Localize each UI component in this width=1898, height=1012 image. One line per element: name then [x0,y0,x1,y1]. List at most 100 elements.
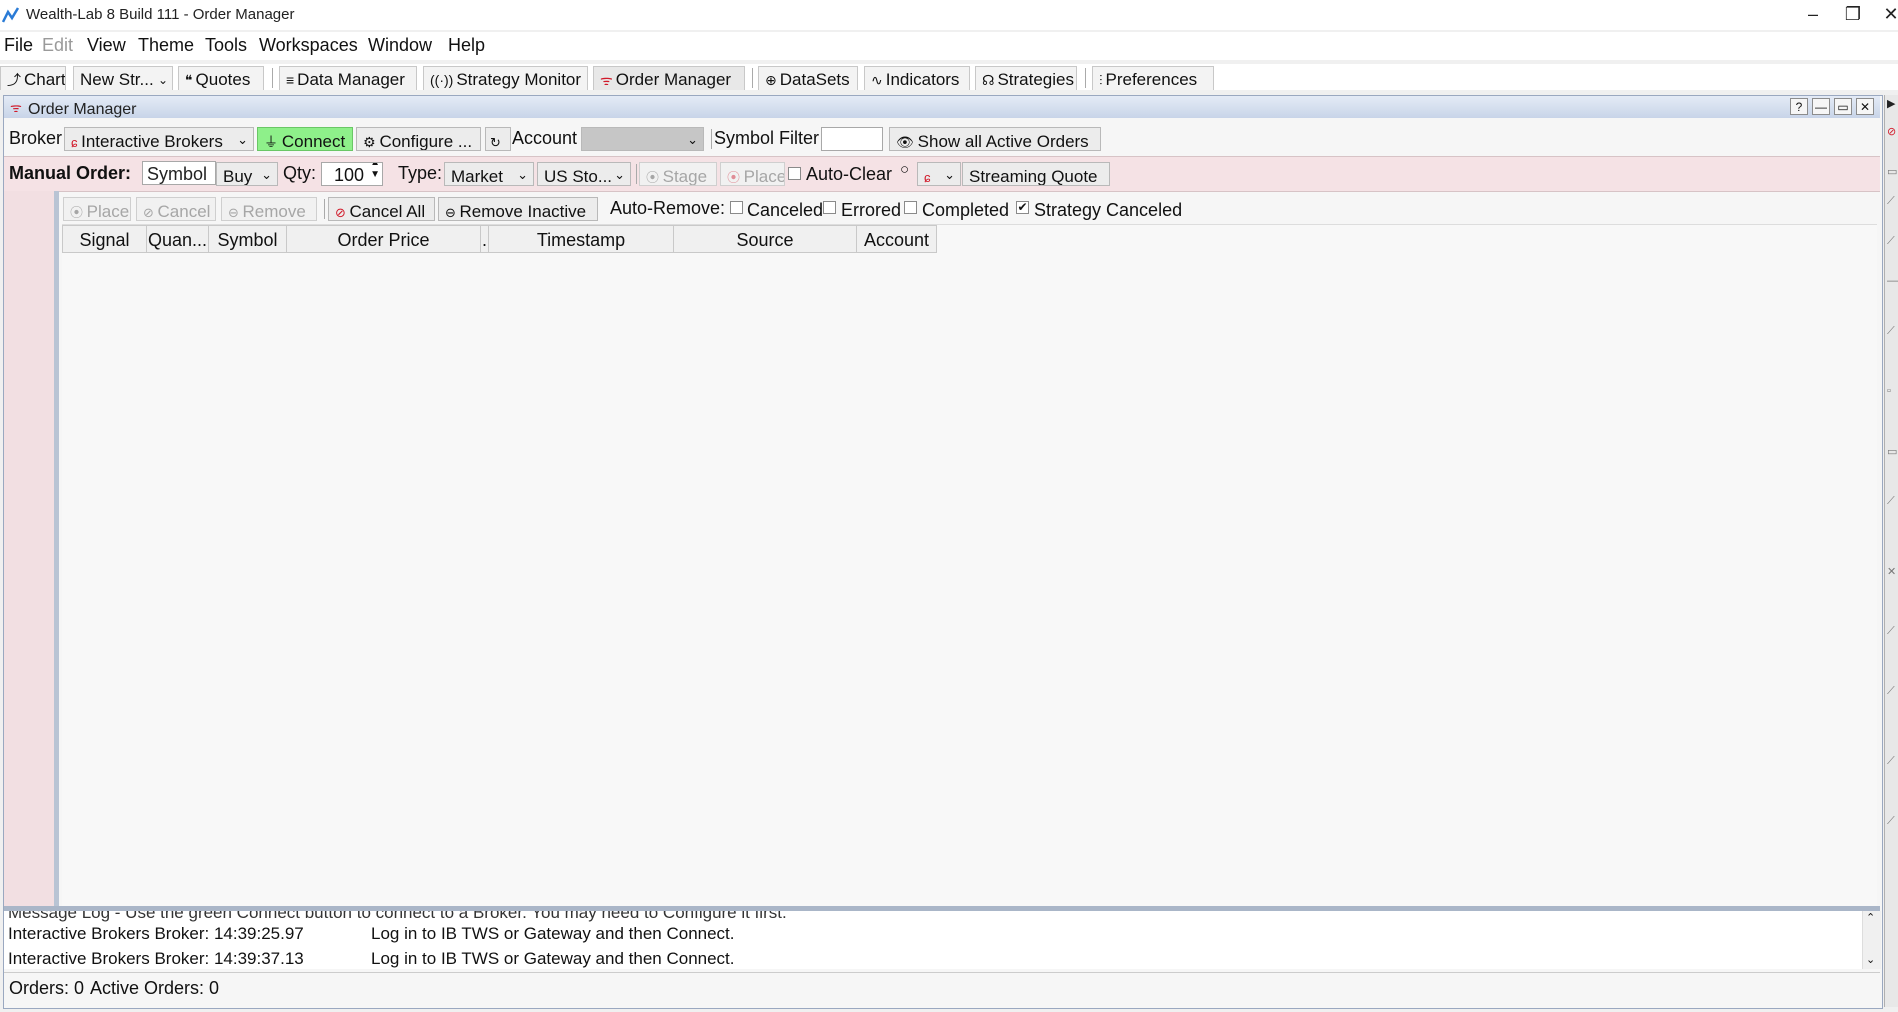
order-type-select[interactable]: Market ⌄ [444,162,534,186]
chevron-down-icon: ⌄ [614,167,625,182]
errored-checkbox[interactable] [823,201,836,214]
account-select[interactable]: ⌄ [581,127,704,151]
wifi-icon: ᯤ [600,72,613,88]
panel-help-button[interactable]: ? [1790,98,1808,115]
log-scrollbar[interactable]: ⌃ ⌄ [1862,911,1881,969]
menu-tools[interactable]: Tools [205,35,247,56]
quotes-button[interactable]: ❝ Quotes [178,66,264,90]
indicators-button[interactable]: ∿ Indicators [864,66,970,90]
sliders-icon: ⫶ [1099,72,1103,88]
window-title: Wealth-Lab 8 Build 111 - Order Manager [26,6,295,23]
minimize-window-button[interactable]: – [1798,4,1828,25]
quote-broker-select[interactable]: ɕ ⌄ [917,162,961,186]
scroll-down-icon[interactable]: ⌄ [1866,953,1875,966]
strategy-monitor-button[interactable]: ((·)) Strategy Monitor [423,66,588,90]
scroll-up-icon[interactable]: ⌃ [1866,911,1875,924]
column-header-quantity[interactable]: Quan... [146,225,209,253]
menu-help[interactable]: Help [448,35,485,56]
dock-pin-icon[interactable]: ▶ [1887,97,1895,110]
broker-label: Broker [9,128,63,148]
spinner-icon[interactable]: ▲ ▼ [370,163,380,181]
streaming-quote-button[interactable]: Streaming Quote [962,162,1110,186]
column-header-symbol[interactable]: Symbol [208,225,287,253]
dock-tool-icon[interactable]: ⟋ [1887,235,1895,248]
panel-maximize-button[interactable]: ▭ [1834,98,1852,115]
dock-tool-icon[interactable]: ⟋ [1887,325,1895,338]
symbol-filter-input[interactable] [821,127,883,151]
panel-minimize-button[interactable]: — [1812,98,1830,115]
wealth-lab-logo-icon [2,7,20,23]
connect-button[interactable]: ⏚ Connect [257,127,353,151]
column-header-signal[interactable]: Signal [62,225,147,253]
new-strategy-dropdown[interactable]: New Str... ⌄ [73,66,173,90]
chevron-down-icon: ⌄ [157,73,168,87]
splitter[interactable] [54,191,59,906]
dock-stop-icon[interactable]: ⊘ [1887,125,1896,138]
data-manager-button[interactable]: ≡ Data Manager [279,66,417,90]
canceled-checkbox[interactable] [730,201,743,214]
symbol-filter-label: Symbol Filter [714,128,820,148]
symbol-input[interactable]: Symbol [142,161,216,185]
database-icon: ≡ [286,72,295,88]
dock-tool-icon[interactable]: ⟋ [1887,625,1895,638]
market-select[interactable]: US Sto... ⌄ [537,162,631,186]
canceled-label: Canceled [747,200,824,220]
remove-icon: ⊖ [228,205,243,220]
menu-theme[interactable]: Theme [138,35,194,56]
broker-select[interactable]: ɕ Interactive Brokers ⌄ [64,127,254,151]
auto-clear-checkbox[interactable] [788,167,801,180]
menu-window[interactable]: Window [368,35,432,56]
qty-stepper[interactable]: 100 ▲ ▼ [321,162,383,186]
menu-view[interactable]: View [87,35,126,56]
dock-tool-icon[interactable]: ⟋ [1887,755,1895,768]
menu-file[interactable]: File [4,35,33,56]
dock-tool-icon[interactable]: ⟋ [1887,195,1895,208]
dock-tool-icon[interactable]: ▭ [1887,445,1897,458]
chevron-down-icon: ⌄ [237,132,248,147]
configure-button[interactable]: ⚙ Configure ... [356,127,481,151]
column-header-timestamp[interactable]: Timestamp [488,225,674,253]
restore-window-button[interactable]: ❐ [1838,4,1868,25]
toolbar-separator [1085,68,1086,88]
menu-edit[interactable]: Edit [42,35,73,56]
completed-label: Completed [922,200,1010,220]
cancel-button[interactable]: ⊘ Cancel [136,197,216,221]
auto-clear-label: Auto-Clear [806,164,893,184]
remove-inactive-button[interactable]: ⊖ Remove Inactive [438,197,598,221]
chart-icon: ⤴ [7,72,21,88]
datasets-button[interactable]: ⊕ DataSets [758,66,858,90]
cancel-icon: ⊘ [143,205,158,220]
strategies-button[interactable]: ☊ Strategies [975,66,1077,90]
column-header-source[interactable]: Source [673,225,857,253]
close-window-button[interactable]: ✕ [1876,4,1898,25]
menu-workspaces[interactable]: Workspaces [259,35,358,56]
order-manager-button[interactable]: ᯤ Order Manager [593,66,745,90]
dock-tool-icon[interactable]: ⟋ [1887,685,1895,698]
refresh-button[interactable]: ↻ [485,127,511,151]
completed-checkbox[interactable] [904,201,917,214]
dock-tool-icon[interactable]: ▫ [1887,385,1891,397]
chart-button[interactable]: ⤴ Chart [0,66,66,90]
dock-tool-icon[interactable]: ⟋ [1887,815,1895,828]
manual-place-button[interactable]: ⦿ Place [720,162,785,186]
cancel-all-button[interactable]: ⊘ Cancel All [328,197,435,221]
preferences-button[interactable]: ⫶ Preferences [1092,66,1214,90]
account-label: Account [512,128,578,148]
strategy-canceled-checkbox[interactable]: ✔ [1016,201,1029,214]
qty-label: Qty: [283,163,317,183]
show-all-active-orders-button[interactable]: 👁 Show all Active Orders [889,127,1101,151]
remove-button[interactable]: ⊖ Remove [221,197,317,221]
stage-button[interactable]: ⦿ Stage [639,162,717,186]
dock-tool-icon[interactable]: ✕ [1887,565,1896,578]
panel-close-button[interactable]: ✕ [1856,98,1874,115]
chevron-down-icon: ⌄ [687,132,698,147]
dock-tool-icon[interactable]: ▭ [1887,165,1897,178]
side-select[interactable]: Buy ⌄ [216,162,278,186]
place-button[interactable]: ⦿ Place [63,197,131,221]
log-entry-source: Interactive Brokers Broker: 14:39:37.13 [8,949,304,968]
dock-tool-icon[interactable]: — [1887,275,1898,287]
column-header-account[interactable]: Account [856,225,937,253]
column-header-order-price[interactable]: Order Price [286,225,481,253]
main-toolbar: ⤴ Chart New Str... ⌄ ❝ Quotes ≡ Data Manager… [0,64,1898,90]
dock-tool-icon[interactable]: ⟋ [1887,495,1895,508]
